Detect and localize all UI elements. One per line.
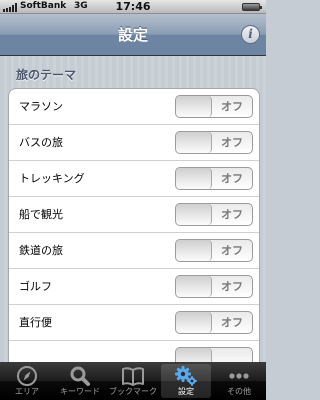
- navigation-bar: 設定 i: [0, 14, 266, 56]
- settings-row-marathon: マラソン オフ: [9, 89, 259, 125]
- section-header: 旅のテーマ: [16, 68, 77, 82]
- toggle-switch[interactable]: オフ: [175, 311, 253, 334]
- settings-row-partial: [9, 341, 259, 362]
- toggle-knob: [176, 204, 212, 225]
- toggle-knob: [176, 168, 212, 189]
- toggle-state: オフ: [221, 316, 243, 329]
- compass-icon: [17, 366, 37, 386]
- magnifier-icon: [70, 366, 90, 386]
- toggle-switch[interactable]: オフ: [175, 167, 253, 190]
- toggle-state: オフ: [221, 280, 243, 293]
- tab-label: ブックマーク: [109, 387, 157, 396]
- settings-row-trekking: トレッキング オフ: [9, 161, 259, 197]
- row-label: バスの旅: [19, 136, 63, 149]
- tab-bookmark[interactable]: ブックマーク: [108, 364, 158, 398]
- toggle-knob: [176, 96, 212, 117]
- toggle-knob: [176, 312, 212, 333]
- status-bar: SoftBank 3G 17:46: [0, 0, 266, 14]
- toggle-state: オフ: [221, 208, 243, 221]
- settings-row-golf: ゴルフ オフ: [9, 269, 259, 305]
- toggle-switch[interactable]: オフ: [175, 275, 253, 298]
- gear-icon: [175, 366, 197, 386]
- tab-label: その他: [227, 387, 251, 396]
- battery-icon: [242, 3, 262, 11]
- settings-content[interactable]: 旅のテーマ マラソン オフ バスの旅 オフ トレッキング オフ 船で観光 オフ …: [0, 56, 266, 362]
- toggle-state: オフ: [221, 136, 243, 149]
- settings-group: マラソン オフ バスの旅 オフ トレッキング オフ 船で観光 オフ 鉄道の旅 オ…: [8, 88, 260, 362]
- tab-label: キーワード: [60, 387, 100, 396]
- toggle-switch[interactable]: [175, 347, 253, 362]
- toggle-state: オフ: [221, 172, 243, 185]
- settings-row-railway-trip: 鉄道の旅 オフ: [9, 233, 259, 269]
- row-label: ゴルフ: [19, 280, 52, 293]
- tab-bar: エリア キーワード ブックマーク 設定 その他: [0, 362, 266, 400]
- page-title: 設定: [117, 26, 148, 44]
- toggle-state: オフ: [221, 100, 243, 113]
- info-icon: i: [248, 27, 253, 41]
- book-icon: [122, 367, 144, 386]
- row-label: トレッキング: [19, 172, 85, 185]
- toggle-knob: [176, 240, 212, 261]
- row-label: 鉄道の旅: [19, 244, 63, 257]
- settings-row-bus-trip: バスの旅 オフ: [9, 125, 259, 161]
- tab-settings[interactable]: 設定: [161, 364, 211, 398]
- toggle-switch[interactable]: オフ: [175, 131, 253, 154]
- tab-label: エリア: [15, 387, 39, 396]
- tab-label: 設定: [178, 387, 194, 396]
- row-label: 直行便: [19, 316, 52, 329]
- info-button[interactable]: i: [241, 25, 260, 44]
- tab-keyword[interactable]: キーワード: [55, 364, 105, 398]
- tab-area[interactable]: エリア: [2, 364, 52, 398]
- toggle-state: オフ: [221, 244, 243, 257]
- toggle-switch[interactable]: オフ: [175, 239, 253, 262]
- toggle-switch[interactable]: オフ: [175, 203, 253, 226]
- settings-row-direct-flight: 直行便 オフ: [9, 305, 259, 341]
- row-label: マラソン: [19, 100, 63, 113]
- toggle-knob: [176, 276, 212, 297]
- more-dots-icon: [229, 373, 249, 379]
- tab-more[interactable]: その他: [214, 364, 264, 398]
- toggle-knob: [176, 348, 212, 362]
- toggle-knob: [176, 132, 212, 153]
- toggle-switch[interactable]: オフ: [175, 95, 253, 118]
- settings-row-boat-sightseeing: 船で観光 オフ: [9, 197, 259, 233]
- status-time: 17:46: [115, 0, 151, 13]
- row-label: 船で観光: [19, 208, 63, 221]
